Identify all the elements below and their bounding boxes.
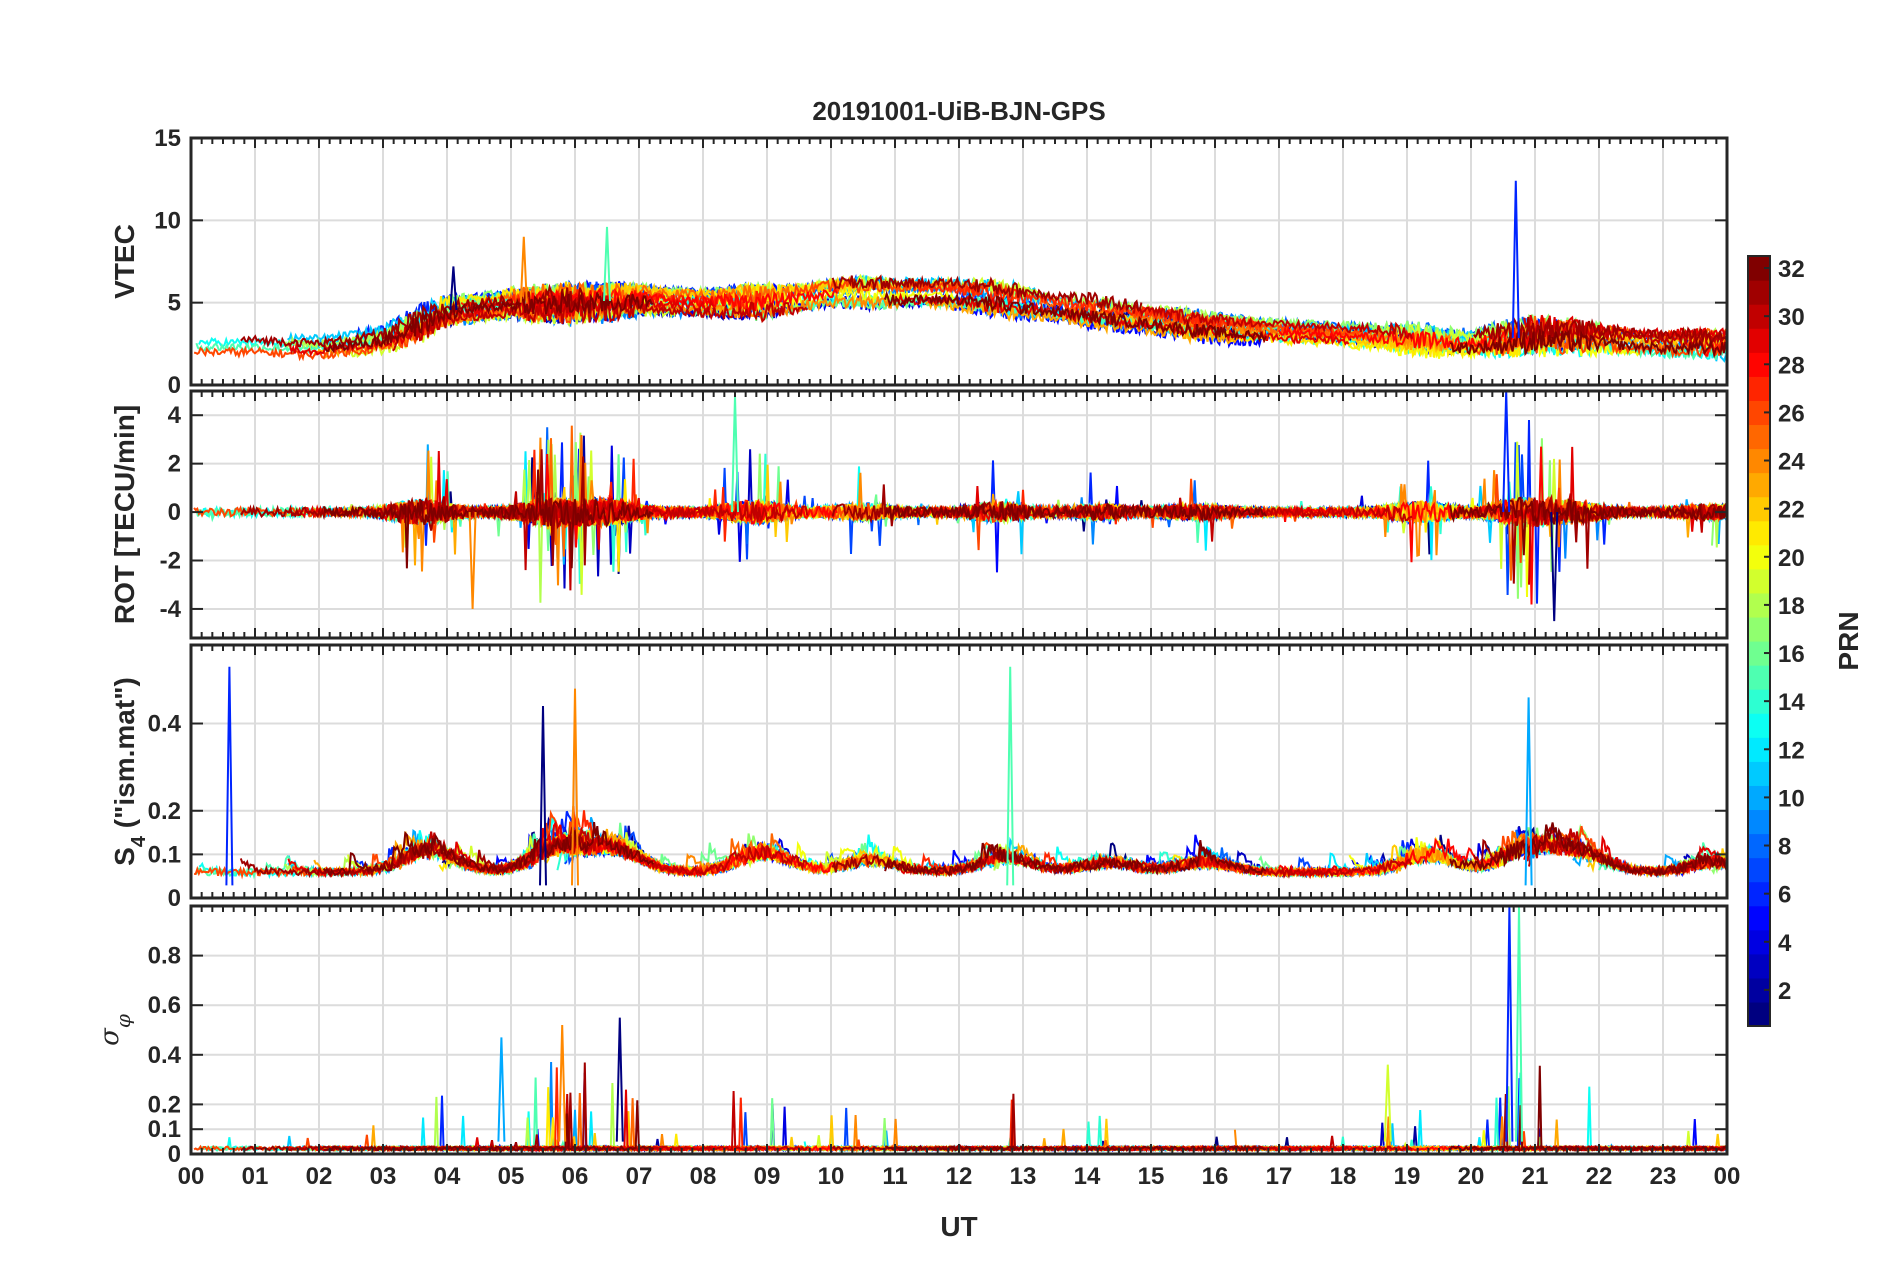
x-tick-label: 05 xyxy=(498,1163,525,1190)
colorbar-tick-label: 32 xyxy=(1778,256,1805,283)
colorbar-segment xyxy=(1748,472,1770,498)
x-tick-label: 19 xyxy=(1394,1163,1421,1190)
colorbar-label: PRN xyxy=(1833,611,1864,670)
colorbar-tick-label: 10 xyxy=(1778,785,1805,812)
y-tick-label: 0.1 xyxy=(148,841,181,868)
chart-title: 20191001-UiB-BJN-GPS xyxy=(812,96,1105,126)
colorbar-segment xyxy=(1748,857,1770,883)
y-tick-label: 0.2 xyxy=(148,798,181,825)
panel-vtec: 0 5 10 15 VTEC xyxy=(109,125,1729,399)
colorbar-segment xyxy=(1748,568,1770,594)
colorbar-tick-label: 24 xyxy=(1778,449,1805,476)
y-axis-label: σφ xyxy=(95,1014,135,1046)
x-tick-label: 07 xyxy=(626,1163,653,1190)
y-tick-label: -4 xyxy=(160,596,182,623)
x-tick-label: 22 xyxy=(1586,1163,1613,1190)
colorbar-tick-label: 8 xyxy=(1778,834,1791,861)
colorbar-segment xyxy=(1748,665,1770,690)
colorbar-segment xyxy=(1748,809,1770,835)
colorbar-tick-label: 18 xyxy=(1778,593,1805,620)
y-tick-label: 0.6 xyxy=(148,992,181,1019)
colorbar-segment xyxy=(1748,520,1770,546)
x-tick-label: 18 xyxy=(1330,1163,1357,1190)
y-axis-label: ROT [TECU/min] xyxy=(109,405,140,624)
y-axis-label: S4 ("ism.mat") xyxy=(109,677,150,866)
panel-sigma: 00.10.20.40.60.8σφ xyxy=(95,904,1729,1168)
colorbar-segment xyxy=(1748,280,1770,305)
x-tick-label: 02 xyxy=(306,1163,333,1190)
colorbar-tick-label: 4 xyxy=(1778,930,1792,957)
colorbar-tick-label: 20 xyxy=(1778,545,1805,572)
colorbar-segment xyxy=(1748,953,1770,979)
x-axis-label: UT xyxy=(940,1211,977,1242)
colorbar-segment xyxy=(1748,1001,1770,1027)
y-tick-label: 0.1 xyxy=(148,1116,181,1143)
x-tick-label: 03 xyxy=(370,1163,397,1190)
colorbar-segment xyxy=(1748,713,1770,738)
colorbar-tick-label: 2 xyxy=(1778,978,1791,1005)
x-tick-label: 00 xyxy=(1714,1163,1741,1190)
y-tick-label: 0.2 xyxy=(148,1091,181,1118)
x-tick-label: 09 xyxy=(754,1163,781,1190)
colorbar-tick-label: 6 xyxy=(1778,882,1791,909)
y-tick-label: 0.4 xyxy=(148,711,182,738)
x-tick-label: 21 xyxy=(1522,1163,1549,1190)
x-tick-label: 20 xyxy=(1458,1163,1485,1190)
y-tick-label: -2 xyxy=(160,548,181,575)
colorbar-tick-label: 16 xyxy=(1778,641,1805,668)
colorbar-tick-label: 22 xyxy=(1778,497,1805,524)
x-axis: 00 01 02 03 04 05 06 07 08 09 10 11 12 13 14 15 16 17 18 19… xyxy=(178,1163,1741,1190)
colorbar-segment xyxy=(1748,376,1770,401)
colorbar: 2468101214161820222426283032PRN xyxy=(1747,255,1864,1027)
x-tick-label: 06 xyxy=(562,1163,589,1190)
y-tick-label: 4 xyxy=(168,402,182,429)
colorbar-segment xyxy=(1748,328,1770,353)
x-tick-label: 17 xyxy=(1266,1163,1293,1190)
colorbar-segment xyxy=(1748,616,1770,642)
y-tick-label: 5 xyxy=(168,290,181,317)
colorbar-segment xyxy=(1748,905,1770,931)
x-tick-label: 11 xyxy=(882,1163,907,1190)
x-tick-label: 23 xyxy=(1650,1163,1677,1190)
colorbar-tick-label: 14 xyxy=(1778,689,1805,716)
y-tick-label: 15 xyxy=(154,125,181,152)
x-tick-label: 10 xyxy=(818,1163,845,1190)
y-tick-label: 0.4 xyxy=(148,1042,182,1069)
colorbar-tick-label: 30 xyxy=(1778,304,1805,331)
colorbar-segment xyxy=(1748,424,1770,450)
x-tick-label: 13 xyxy=(1010,1163,1037,1190)
colorbar-tick-label: 28 xyxy=(1778,352,1805,379)
x-tick-label: 16 xyxy=(1202,1163,1229,1190)
x-tick-label: 12 xyxy=(946,1163,973,1190)
x-tick-label: 14 xyxy=(1074,1163,1101,1190)
panel-rot: -4 -2 0 2 4 ROT [TECU/min] xyxy=(109,389,1729,640)
x-tick-label: 15 xyxy=(1138,1163,1165,1190)
y-axis-label: VTEC xyxy=(109,224,140,299)
y-tick-label: 2 xyxy=(168,451,181,478)
y-tick-label: 0 xyxy=(168,499,181,526)
x-tick-label: 00 xyxy=(178,1163,205,1190)
figure: 20191001-UiB-BJN-GPS 051015VTEC -4-2024R… xyxy=(95,96,1864,1242)
colorbar-tick-label: 26 xyxy=(1778,400,1805,427)
colorbar-tick-label: 12 xyxy=(1778,737,1805,764)
y-tick-label: 0 xyxy=(168,372,181,399)
y-tick-label: 0 xyxy=(168,885,181,912)
panel-s4: 0 0.1 0.2 0.4S4 ("ism.mat") xyxy=(109,643,1729,912)
x-tick-label: 08 xyxy=(690,1163,717,1190)
x-tick-label: 04 xyxy=(434,1163,461,1190)
colorbar-segment xyxy=(1748,761,1770,786)
x-tick-label: 01 xyxy=(242,1163,269,1190)
y-tick-label: 0.8 xyxy=(148,943,181,970)
y-tick-label: 10 xyxy=(154,207,181,234)
